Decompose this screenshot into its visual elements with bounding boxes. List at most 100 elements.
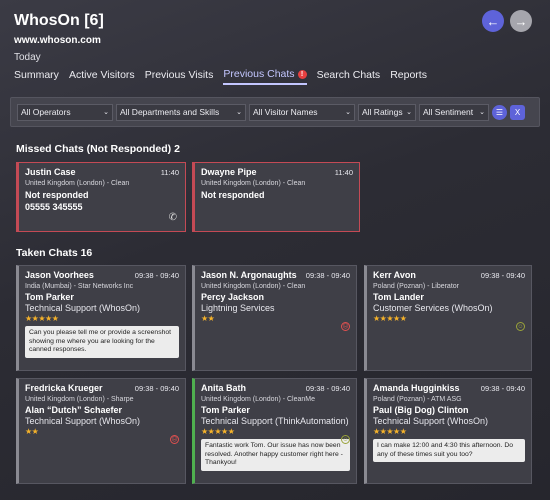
- select-value: All Operators: [21, 107, 71, 117]
- export-excel-button[interactable]: X: [510, 104, 525, 120]
- rating-stars: ★★★★★: [373, 314, 407, 323]
- filter-bar: All Operators ⌄ All Departments and Skill…: [10, 97, 540, 127]
- tab-label: Summary: [14, 69, 59, 81]
- chat-time: 09:38 - 09:40: [134, 383, 179, 393]
- arrow-left-icon: ←: [486, 13, 500, 29]
- chat-time: 09:38 - 09:40: [305, 383, 350, 393]
- visitor-name: Dwayne Pipe: [201, 167, 257, 177]
- department: Technical Support (WhosOn): [25, 416, 141, 426]
- operator-name: Tom Parker: [25, 292, 74, 302]
- list-icon: ☰: [495, 107, 504, 117]
- taken-chat-card[interactable]: Anita Bath 09:38 - 09:40 United Kingdom (…: [192, 378, 357, 484]
- departments-select[interactable]: All Departments and Skills ⌄: [116, 103, 246, 121]
- operator-name: Alan “Dutch” Schaefer: [25, 405, 123, 415]
- taken-chat-card[interactable]: Kerr Avon 09:38 - 09:40 Poland (Poznan) -…: [364, 265, 532, 371]
- taken-chat-card[interactable]: Jason Voorhees 09:38 - 09:40 India (Mumba…: [16, 265, 186, 371]
- visitor-name: Anita Bath: [201, 383, 246, 393]
- arrow-right-icon: →: [514, 13, 528, 29]
- visitor-location: United Kingdom (London) - CleanMe: [201, 396, 316, 403]
- chat-time: 09:38 - 09:40: [305, 270, 350, 280]
- phone-icon[interactable]: ✆: [169, 212, 177, 223]
- operator-name: Tom Lander: [373, 292, 424, 302]
- happy-face-icon: ☺: [516, 322, 525, 331]
- select-value: All Departments and Skills: [120, 107, 220, 117]
- visitor-name: Fredricka Krueger: [25, 383, 103, 393]
- visitor-location: United Kingdom (London) - Clean: [25, 180, 130, 187]
- operator-name: Tom Parker: [201, 405, 250, 415]
- missed-chat-card[interactable]: Dwayne Pipe 11:40 United Kingdom (London)…: [192, 162, 360, 232]
- tab-label: Previous Visits: [144, 69, 214, 81]
- rating-stars: ★★: [25, 427, 39, 436]
- excel-icon: X: [514, 107, 521, 117]
- taken-chat-card[interactable]: Jason N. Argonaughts 09:38 - 09:40 United…: [192, 265, 357, 371]
- back-button[interactable]: ←: [482, 10, 504, 32]
- chat-status: Not responded: [201, 190, 265, 200]
- chat-status: Not responded: [25, 190, 89, 200]
- chevron-down-icon: ⌄: [345, 109, 351, 116]
- period-label: Today: [14, 52, 41, 63]
- site-url: www.whoson.com: [14, 35, 101, 46]
- tab-previous-chats[interactable]: Previous Chats!: [223, 68, 307, 85]
- visitor-name: Jason Voorhees: [25, 270, 94, 280]
- visitor-location: United Kingdom (London) - Clean: [201, 180, 306, 187]
- tab-label: Active Visitors: [68, 69, 135, 81]
- chat-time: 11:40: [334, 167, 353, 177]
- sad-face-icon: ☹: [170, 435, 179, 444]
- visitor-name: Kerr Avon: [373, 270, 416, 280]
- chat-time: 09:38 - 09:40: [480, 383, 525, 393]
- taken-chats-heading: Taken Chats 16: [16, 247, 93, 259]
- rating-stars: ★★★★★: [373, 427, 407, 436]
- tab-summary[interactable]: Summary: [14, 68, 59, 85]
- tab-bar: Summary Active Visitors Previous Visits …: [14, 68, 427, 85]
- missed-chat-card[interactable]: Justin Case 11:40 United Kingdom (London)…: [16, 162, 186, 232]
- chevron-down-icon: ⌄: [479, 109, 485, 116]
- visitor-name: Amanda Hugginkiss: [373, 383, 460, 393]
- ratings-select[interactable]: All Ratings ⌄: [358, 103, 416, 121]
- tab-active-visitors[interactable]: Active Visitors: [69, 68, 135, 85]
- visitor-name: Jason N. Argonaughts: [201, 270, 297, 280]
- tab-reports[interactable]: Reports: [390, 68, 427, 85]
- taken-chat-card[interactable]: Fredricka Krueger 09:38 - 09:40 United Ki…: [16, 378, 186, 484]
- forward-button[interactable]: →: [510, 10, 532, 32]
- visitor-location: India (Mumbai) - Star Networks Inc: [25, 283, 134, 290]
- nav-buttons: ← →: [482, 10, 532, 32]
- chevron-down-icon: ⌄: [236, 109, 242, 116]
- visitor-phone: 05555 345555: [25, 202, 83, 212]
- visitor-location: United Kingdom (London) - Clean: [201, 283, 306, 290]
- sad-face-icon: ☹: [341, 322, 350, 331]
- tab-label: Search Chats: [316, 69, 381, 81]
- header: WhosOn [6] www.whoson.com Today: [14, 12, 104, 63]
- chat-time: 09:38 - 09:40: [480, 270, 525, 280]
- rating-stars: ★★★★★: [25, 314, 59, 323]
- visitor-name: Justin Case: [25, 167, 76, 177]
- department: Technical Support (ThinkAutomation): [201, 416, 349, 426]
- tab-label: Previous Chats: [223, 68, 295, 80]
- visitor-names-select[interactable]: All Visitor Names ⌄: [249, 103, 355, 121]
- tab-search-chats[interactable]: Search Chats: [317, 68, 381, 85]
- tab-previous-visits[interactable]: Previous Visits: [145, 68, 214, 85]
- missed-chats-heading: Missed Chats (Not Responded) 2: [16, 143, 180, 155]
- operators-select[interactable]: All Operators ⌄: [17, 103, 113, 121]
- select-value: All Ratings: [362, 107, 403, 117]
- select-value: All Visitor Names: [253, 107, 318, 117]
- chat-message: Fantastic work Tom. Our issue has now be…: [201, 439, 350, 471]
- visitor-location: United Kingdom (London) - Sharpe: [25, 396, 134, 403]
- department: Technical Support (WhosOn): [373, 416, 489, 426]
- select-value: All Sentiment: [423, 107, 474, 117]
- visitor-location: Poland (Poznan) - Liberator: [373, 283, 459, 290]
- alert-badge-icon: !: [297, 69, 307, 79]
- chat-message: Can you please tell me or provide a scre…: [25, 326, 179, 358]
- chat-time: 11:40: [160, 167, 179, 177]
- tab-label: Reports: [390, 69, 427, 81]
- sentiment-select[interactable]: All Sentiment ⌄: [419, 103, 489, 121]
- department: Customer Services (WhosOn): [373, 303, 493, 313]
- chevron-down-icon: ⌄: [406, 109, 412, 116]
- visitor-location: Poland (Poznan) - ATM ASG: [373, 396, 462, 403]
- list-view-button[interactable]: ☰: [492, 104, 507, 120]
- happy-face-icon: ☺: [341, 435, 350, 444]
- rating-stars: ★★★★★: [201, 427, 235, 436]
- taken-chat-card[interactable]: Amanda Hugginkiss 09:38 - 09:40 Poland (P…: [364, 378, 532, 484]
- operator-name: Percy Jackson: [201, 292, 265, 302]
- chat-time: 09:38 - 09:40: [134, 270, 179, 280]
- chat-message: I can make 12:00 and 4:30 this afternoon…: [373, 439, 525, 462]
